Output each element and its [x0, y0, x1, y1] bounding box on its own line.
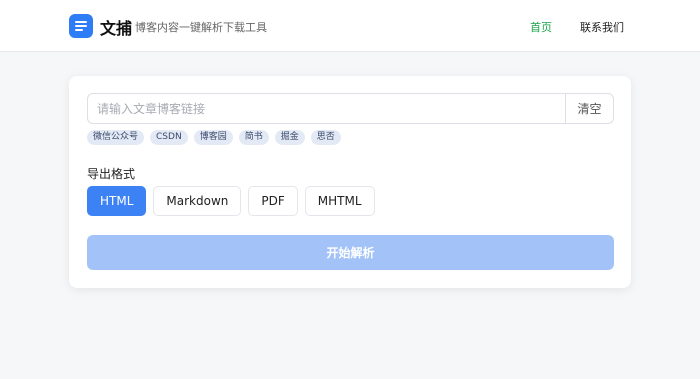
platform-tag: CSDN [150, 130, 188, 145]
format-pdf-button[interactable]: PDF [248, 186, 298, 216]
platform-tag: 博客园 [193, 130, 233, 145]
format-mhtml-button[interactable]: MHTML [304, 186, 375, 216]
top-header: 文捕 博客内容一键解析下载工具 首页 联系我们 [0, 0, 700, 52]
format-html-button[interactable]: HTML [87, 186, 147, 216]
format-options: HTML Markdown PDF MHTML [87, 186, 375, 216]
brand-name[interactable]: 文捕 [100, 15, 132, 39]
brand-tagline: 博客内容一键解析下载工具 [135, 21, 267, 34]
url-input[interactable] [88, 94, 565, 123]
export-format-label: 导出格式 [87, 167, 136, 181]
platform-tag: 掘金 [274, 130, 305, 145]
logo-list-icon[interactable] [69, 14, 93, 38]
url-search-box: 清空 [87, 93, 614, 124]
platform-tag: 微信公众号 [87, 130, 145, 145]
platform-tags: 微信公众号 CSDN 博客园 简书 掘金 思否 [87, 130, 341, 145]
nav-contact-link[interactable]: 联系我们 [580, 19, 624, 35]
format-markdown-button[interactable]: Markdown [153, 186, 242, 216]
clear-button[interactable]: 清空 [565, 94, 613, 123]
platform-tag: 思否 [310, 130, 341, 145]
nav-home-link[interactable]: 首页 [530, 19, 552, 35]
parse-card: 清空 微信公众号 CSDN 博客园 简书 掘金 思否 导出格式 HTML Mar… [69, 76, 631, 288]
start-parse-button[interactable]: 开始解析 [87, 235, 614, 270]
platform-tag: 简书 [238, 130, 269, 145]
